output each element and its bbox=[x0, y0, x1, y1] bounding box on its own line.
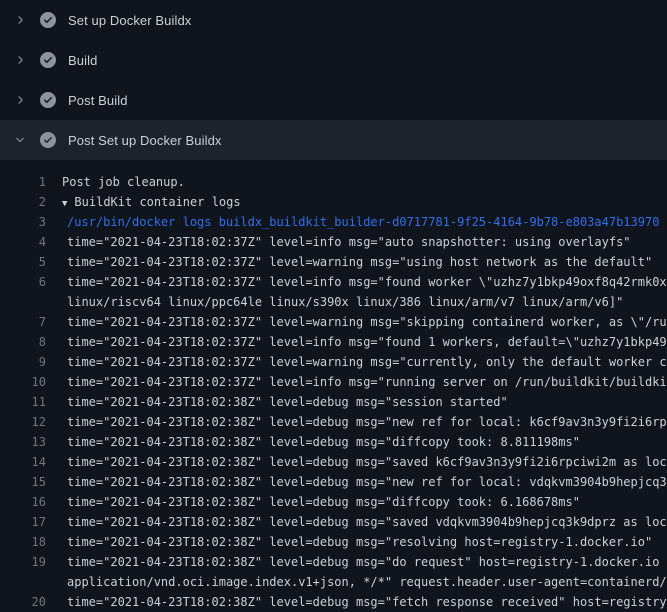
line-number[interactable]: 11 bbox=[0, 395, 46, 409]
check-circle-icon bbox=[40, 92, 56, 108]
log-line: 9time="2021-04-23T18:02:37Z" level=warni… bbox=[0, 352, 667, 372]
log-text: time="2021-04-23T18:02:38Z" level=debug … bbox=[46, 535, 667, 549]
log-line: 7time="2021-04-23T18:02:37Z" level=warni… bbox=[0, 312, 667, 332]
line-number[interactable]: 1 bbox=[0, 175, 46, 189]
triangle-down-icon[interactable]: ▼ bbox=[62, 199, 67, 209]
line-number[interactable]: 20 bbox=[0, 595, 46, 609]
log-panel: 1Post job cleanup.2▼BuildKit container l… bbox=[0, 160, 667, 612]
step-header-post-set-up-docker-buildx[interactable]: Post Set up Docker Buildx bbox=[0, 120, 667, 160]
log-text: time="2021-04-23T18:02:38Z" level=debug … bbox=[46, 515, 667, 529]
steps-list: Set up Docker Buildx Build Post Build Post … bbox=[0, 0, 667, 160]
log-text: time="2021-04-23T18:02:38Z" level=debug … bbox=[46, 595, 667, 609]
log-text: time="2021-04-23T18:02:38Z" level=debug … bbox=[46, 495, 667, 509]
step-header-build[interactable]: Build bbox=[0, 40, 667, 80]
line-number[interactable]: 19 bbox=[0, 555, 46, 569]
chevron-right-icon bbox=[12, 12, 28, 28]
line-number[interactable]: 15 bbox=[0, 475, 46, 489]
step-title: Set up Docker Buildx bbox=[68, 13, 191, 28]
chevron-right-icon bbox=[12, 52, 28, 68]
log-line: 17time="2021-04-23T18:02:38Z" level=debu… bbox=[0, 512, 667, 532]
log-line: 14time="2021-04-23T18:02:38Z" level=debu… bbox=[0, 452, 667, 472]
log-line: 20time="2021-04-23T18:02:38Z" level=debu… bbox=[0, 592, 667, 612]
log-line: 13time="2021-04-23T18:02:38Z" level=debu… bbox=[0, 432, 667, 452]
line-number[interactable]: 13 bbox=[0, 435, 46, 449]
line-number[interactable]: 17 bbox=[0, 515, 46, 529]
log-text: ▼ BuildKit container logs bbox=[46, 195, 667, 209]
log-text: time="2021-04-23T18:02:37Z" level=warnin… bbox=[46, 315, 667, 329]
line-number[interactable]: 18 bbox=[0, 535, 46, 549]
log-text: application/vnd.oci.image.index.v1+json,… bbox=[46, 575, 667, 589]
log-line-continuation: application/vnd.oci.image.index.v1+json,… bbox=[0, 572, 667, 592]
log-text: time="2021-04-23T18:02:38Z" level=debug … bbox=[46, 555, 667, 569]
log-line: 16time="2021-04-23T18:02:38Z" level=debu… bbox=[0, 492, 667, 512]
check-circle-icon bbox=[40, 132, 56, 148]
log-line: 18time="2021-04-23T18:02:38Z" level=debu… bbox=[0, 532, 667, 552]
log-text: time="2021-04-23T18:02:37Z" level=info m… bbox=[46, 335, 667, 349]
chevron-down-icon bbox=[12, 132, 28, 148]
log-text: time="2021-04-23T18:02:37Z" level=info m… bbox=[46, 275, 667, 289]
log-line: 8time="2021-04-23T18:02:37Z" level=info … bbox=[0, 332, 667, 352]
check-circle-icon bbox=[40, 52, 56, 68]
line-number[interactable]: 4 bbox=[0, 235, 46, 249]
log-text: time="2021-04-23T18:02:38Z" level=debug … bbox=[46, 395, 667, 409]
step-header-post-build[interactable]: Post Build bbox=[0, 80, 667, 120]
log-line: 1Post job cleanup. bbox=[0, 172, 667, 192]
step-title: Post Build bbox=[68, 93, 128, 108]
chevron-right-icon bbox=[12, 92, 28, 108]
log-line: 15time="2021-04-23T18:02:38Z" level=debu… bbox=[0, 472, 667, 492]
log-line: 5time="2021-04-23T18:02:37Z" level=warni… bbox=[0, 252, 667, 272]
line-number[interactable]: 3 bbox=[0, 215, 46, 229]
line-number[interactable]: 16 bbox=[0, 495, 46, 509]
log-line: 2 ▼ BuildKit container logs bbox=[0, 192, 667, 212]
line-number[interactable]: 5 bbox=[0, 255, 46, 269]
line-number[interactable]: 6 bbox=[0, 275, 46, 289]
step-title: Post Set up Docker Buildx bbox=[68, 133, 222, 148]
log-text: time="2021-04-23T18:02:37Z" level=info m… bbox=[46, 375, 667, 389]
log-text: Post job cleanup. bbox=[46, 175, 667, 189]
line-number[interactable]: 8 bbox=[0, 335, 46, 349]
log-line: 10time="2021-04-23T18:02:37Z" level=info… bbox=[0, 372, 667, 392]
log-text: time="2021-04-23T18:02:37Z" level=warnin… bbox=[46, 255, 667, 269]
check-circle-icon bbox=[40, 12, 56, 28]
log-line: 12time="2021-04-23T18:02:38Z" level=debu… bbox=[0, 412, 667, 432]
line-number[interactable]: 14 bbox=[0, 455, 46, 469]
line-number[interactable]: 12 bbox=[0, 415, 46, 429]
actions-log-viewer: Set up Docker Buildx Build Post Build Post … bbox=[0, 0, 667, 612]
log-group-label[interactable]: BuildKit container logs bbox=[74, 195, 240, 209]
log-command-text: /usr/bin/docker logs buildx_buildkit_bui… bbox=[46, 215, 667, 229]
line-number[interactable]: 9 bbox=[0, 355, 46, 369]
step-header-set-up-docker-buildx[interactable]: Set up Docker Buildx bbox=[0, 0, 667, 40]
log-text: time="2021-04-23T18:02:38Z" level=debug … bbox=[46, 435, 667, 449]
log-text: time="2021-04-23T18:02:38Z" level=debug … bbox=[46, 455, 667, 469]
log-line-continuation: linux/riscv64 linux/ppc64le linux/s390x … bbox=[0, 292, 667, 312]
log-line: 3/usr/bin/docker logs buildx_buildkit_bu… bbox=[0, 212, 667, 232]
log-text: time="2021-04-23T18:02:38Z" level=debug … bbox=[46, 475, 667, 489]
line-number[interactable]: 2 bbox=[0, 195, 46, 209]
log-line: 19time="2021-04-23T18:02:38Z" level=debu… bbox=[0, 552, 667, 572]
log-text: time="2021-04-23T18:02:38Z" level=debug … bbox=[46, 415, 667, 429]
log-line: 6time="2021-04-23T18:02:37Z" level=info … bbox=[0, 272, 667, 292]
log-text: time="2021-04-23T18:02:37Z" level=info m… bbox=[46, 235, 667, 249]
line-number[interactable]: 7 bbox=[0, 315, 46, 329]
step-title: Build bbox=[68, 53, 97, 68]
log-text: linux/riscv64 linux/ppc64le linux/s390x … bbox=[46, 295, 667, 309]
log-line: 11time="2021-04-23T18:02:38Z" level=debu… bbox=[0, 392, 667, 412]
line-number[interactable]: 10 bbox=[0, 375, 46, 389]
log-line: 4time="2021-04-23T18:02:37Z" level=info … bbox=[0, 232, 667, 252]
log-text: time="2021-04-23T18:02:37Z" level=warnin… bbox=[46, 355, 667, 369]
